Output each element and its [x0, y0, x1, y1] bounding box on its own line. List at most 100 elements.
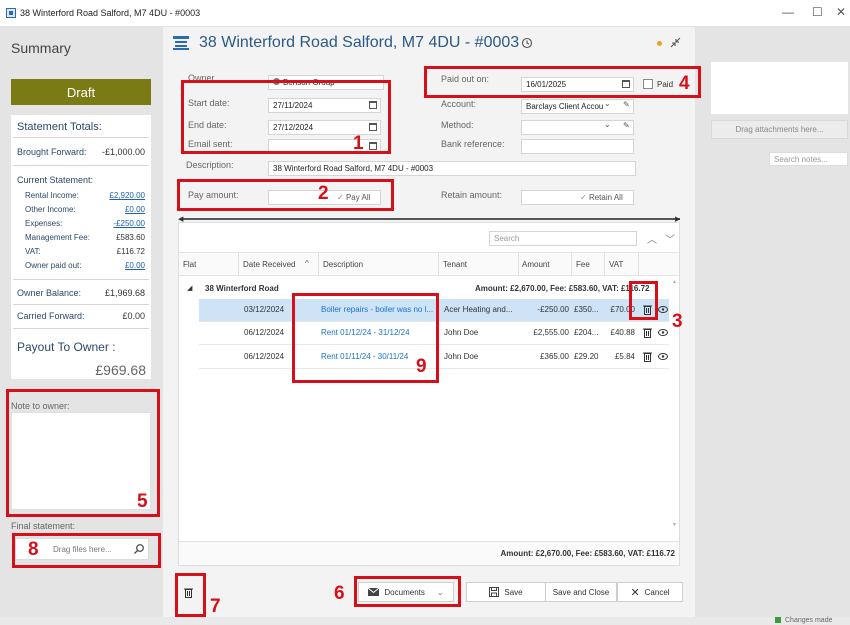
sort-ascending-icon[interactable]: ^ [305, 259, 309, 268]
attachments-dropzone[interactable]: Drag attachments here... [711, 120, 848, 139]
trash-icon[interactable] [643, 351, 652, 362]
management-fee-label: Management Fee: [25, 233, 90, 242]
annotation-box-3 [629, 281, 658, 320]
save-label: Save [504, 587, 523, 597]
draft-status-button[interactable]: Draft [11, 79, 151, 105]
attachments-panel [695, 27, 850, 617]
summary-heading: Summary [11, 40, 71, 56]
annotation-box-7 [175, 573, 206, 617]
column-tenant[interactable]: Tenant [443, 260, 467, 269]
status-bar [0, 617, 850, 625]
annotation-box-6 [354, 576, 461, 607]
annotation-box-2 [177, 179, 394, 211]
brought-forward-value: -£1,000.00 [101, 147, 145, 157]
column-flat[interactable]: Flat [183, 260, 196, 269]
view-icon[interactable] [658, 329, 668, 336]
chevron-up-icon[interactable]: ︿ [647, 231, 657, 246]
scroll-down-icon[interactable]: ▼ [672, 522, 677, 528]
column-divider [438, 252, 439, 276]
expenses-link[interactable]: -£250.00 [95, 219, 145, 228]
horizontal-splitter[interactable] [180, 218, 680, 220]
annotation-number-3: 3 [672, 311, 683, 332]
search-notes-input[interactable]: Search notes... [769, 152, 848, 166]
annotation-box-4 [424, 66, 701, 98]
row-date: 06/12/2024 [244, 352, 285, 361]
row-fee: £29.20 [574, 352, 599, 361]
owner-balance-value: £1,969.68 [104, 288, 145, 298]
row-tenant: John Doe [444, 328, 479, 337]
statement-totals-title: Statement Totals: [17, 121, 102, 133]
edit-icon[interactable]: ✎ [623, 100, 630, 109]
maximize-button[interactable]: ☐ [812, 5, 823, 19]
annotation-number-9: 9 [416, 356, 427, 377]
row-amount: -£250.00 [537, 305, 569, 314]
owner-balance-label: Owner Balance: [17, 288, 82, 298]
rental-income-link[interactable]: £2,920.00 [95, 191, 145, 200]
column-divider [604, 252, 605, 276]
chevron-down-icon[interactable]: ﹀ [665, 231, 675, 246]
group-name: 38 Winterford Road [205, 284, 279, 293]
retain-all-button[interactable]: ✓ Retain All [580, 193, 623, 202]
column-date-received[interactable]: Date Received [243, 260, 295, 269]
column-fee[interactable]: Fee [576, 260, 590, 269]
column-vat[interactable]: VAT [609, 260, 623, 269]
account-label: Account: [441, 99, 477, 109]
column-description[interactable]: Description [323, 260, 363, 269]
collapse-group-icon[interactable]: ◢ [187, 284, 192, 292]
minimize-button[interactable]: — [782, 5, 794, 19]
divider [13, 165, 149, 166]
column-divider [638, 252, 639, 276]
account-select[interactable]: Barclays Client Accou [521, 99, 634, 114]
grid-footer-totals: Amount: £2,670.00, Fee: £583.60, VAT: £1… [500, 549, 675, 558]
chevron-down-icon[interactable]: ⌄ [604, 99, 611, 108]
divider [13, 304, 149, 305]
row-amount: £2,555.00 [533, 328, 569, 337]
payout-to-owner-label: Payout To Owner : [17, 340, 116, 354]
other-income-link[interactable]: £0.00 [95, 205, 145, 214]
row-vat: £40.88 [610, 328, 635, 337]
chevron-down-icon[interactable]: ⌄ [604, 120, 611, 129]
annotation-number-4: 4 [679, 73, 690, 94]
retain-amount-label: Retain amount: [441, 190, 503, 200]
annotation-number-6: 6 [334, 583, 345, 604]
view-icon[interactable] [658, 353, 668, 360]
description-label: Description: [186, 160, 234, 170]
description-input[interactable]: 38 Winterford Road Salford, M7 4DU - #00… [268, 161, 636, 176]
close-button[interactable]: ✕ [836, 5, 846, 19]
column-divider [518, 252, 519, 276]
row-tenant: John Doe [444, 352, 479, 361]
row-tenant: Acer Heating and... [444, 305, 513, 314]
bank-reference-label: Bank reference: [441, 139, 505, 149]
trash-icon[interactable] [643, 327, 652, 338]
view-icon[interactable] [658, 306, 668, 313]
vat-label: VAT: [25, 247, 41, 256]
account-value: Barclays Client Accou [526, 102, 604, 111]
close-icon: ✕ [630, 586, 640, 599]
payout-to-owner-value: £969.68 [95, 362, 146, 378]
annotation-number-8: 8 [28, 539, 39, 560]
column-divider [238, 252, 239, 276]
owner-paid-out-link[interactable]: £0.00 [95, 261, 145, 270]
edit-icon[interactable]: ✎ [623, 121, 630, 130]
method-select[interactable] [521, 120, 634, 135]
attachment-preview [711, 62, 848, 114]
row-amount: £365.00 [540, 352, 569, 361]
bank-reference-input[interactable] [521, 139, 634, 154]
scroll-up-icon[interactable]: ▲ [672, 279, 677, 285]
save-icon [489, 587, 500, 597]
annotation-number-1: 1 [353, 133, 364, 154]
save-button[interactable]: Save [466, 582, 546, 602]
save-and-close-button[interactable]: Save and Close [545, 582, 617, 602]
method-label: Method: [441, 120, 474, 130]
row-vat: £5.84 [614, 352, 635, 361]
check-icon: ✓ [580, 193, 589, 202]
expenses-label: Expenses: [25, 219, 63, 228]
cancel-button[interactable]: ✕ Cancel [617, 582, 683, 602]
collapse-icon[interactable] [670, 37, 681, 48]
annotation-number-2: 2 [318, 183, 329, 204]
column-divider [571, 252, 572, 276]
grid-search-input[interactable]: Search [489, 231, 637, 246]
history-icon[interactable] [521, 37, 533, 49]
row-fee: £204... [574, 328, 599, 337]
column-amount[interactable]: Amount [522, 260, 550, 269]
